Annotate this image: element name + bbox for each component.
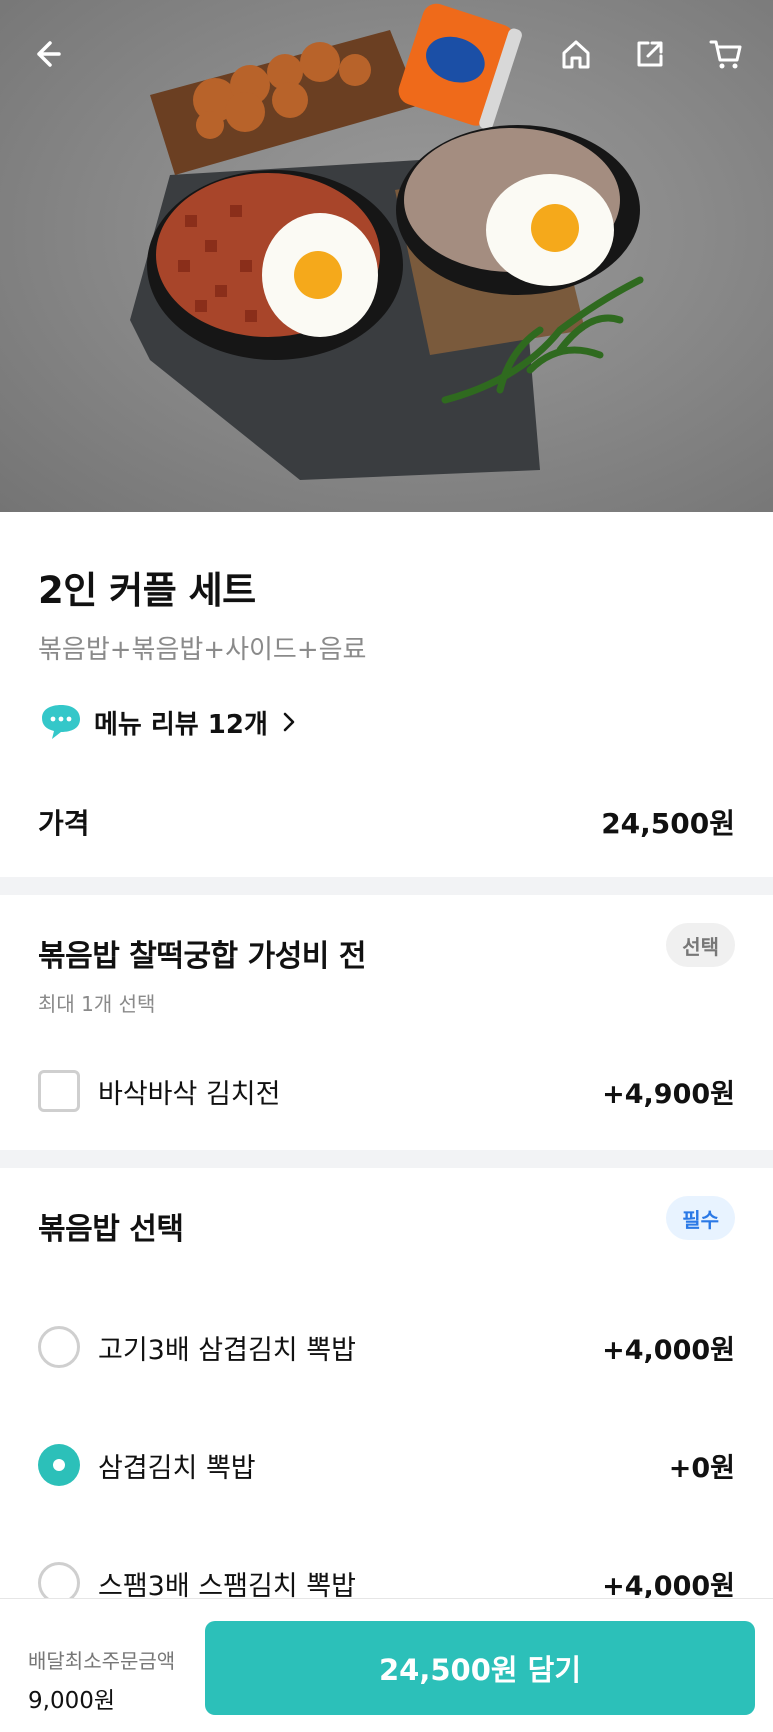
back-button[interactable]: [20, 28, 72, 80]
option-group-side: 볶음밥 찰떡궁합 가성비 전 최대 1개 선택 선택 바삭바삭 김치전 +4,9…: [0, 895, 773, 1150]
option-row-pork-kimchi[interactable]: 삼겹김치 뽁밥 +0원: [38, 1441, 735, 1489]
left-bowl: [147, 170, 403, 360]
option-price: +4,000원: [602, 1570, 735, 1602]
chevron-right-icon: [283, 712, 295, 732]
option-row-pork-3x[interactable]: 고기3배 삼겹김치 뽁밥 +4,000원: [38, 1323, 735, 1371]
product-photo: [0, 0, 773, 512]
right-bowl: [396, 125, 640, 295]
product-title: 2인 커플 세트: [38, 569, 256, 612]
price-value: 24,500원: [601, 807, 735, 840]
cart-icon: [709, 40, 742, 69]
option-group-title: 볶음밥 선택: [38, 1212, 184, 1247]
option-name: 스팸3배 스팸김치 뽁밥: [98, 1570, 356, 1602]
section-divider: [0, 877, 773, 895]
menu-review-link[interactable]: 메뉴 리뷰 12개: [38, 702, 296, 742]
share-icon: [637, 41, 663, 67]
option-group-subtitle: 최대 1개 선택: [38, 992, 156, 1016]
option-radio-selected[interactable]: [38, 1444, 80, 1486]
option-name: 삼겹김치 뽁밥: [98, 1452, 256, 1484]
home-icon: [562, 40, 590, 69]
share-button[interactable]: [624, 28, 676, 80]
back-arrow-icon: [37, 41, 61, 67]
soda-can: [398, 3, 522, 130]
optional-badge: 선택: [666, 923, 735, 967]
price-row: 가격 24,500원: [38, 802, 735, 842]
option-row-kimchijeon[interactable]: 바삭바삭 김치전 +4,900원: [38, 1067, 735, 1115]
option-price: +4,000원: [602, 1334, 735, 1366]
product-info: 2인 커플 세트 볶음밥+볶음밥+사이드+음료 메뉴 리뷰 12개 가격 24,…: [0, 512, 773, 877]
option-name: 고기3배 삼겹김치 뽁밥: [98, 1334, 356, 1366]
home-button[interactable]: [550, 28, 602, 80]
option-checkbox[interactable]: [38, 1070, 80, 1112]
min-order-value: 9,000원: [28, 1688, 116, 1714]
option-price: +4,900원: [602, 1078, 735, 1110]
option-radio[interactable]: [38, 1326, 80, 1368]
section-divider: [0, 1150, 773, 1168]
review-count-label: 메뉴 리뷰 12개: [94, 709, 268, 740]
chat-bubble-icon: [42, 705, 80, 739]
option-price: +0원: [668, 1452, 735, 1484]
price-label: 가격: [38, 807, 90, 840]
product-subtitle: 볶음밥+볶음밥+사이드+음료: [38, 635, 367, 665]
cart-button[interactable]: [700, 28, 752, 80]
option-group-title: 볶음밥 찰떡궁합 가성비 전: [38, 939, 366, 974]
bottom-order-bar: 배달최소주문금액 9,000원 24,500원 담기: [0, 1598, 773, 1732]
add-to-cart-button[interactable]: 24,500원 담기: [205, 1621, 755, 1715]
option-name: 바삭바삭 김치전: [98, 1078, 281, 1110]
option-group-rice: 볶음밥 선택 필수 고기3배 삼겹김치 뽁밥 +4,000원 삼겹김치 뽁밥 +…: [0, 1168, 773, 1604]
required-badge: 필수: [666, 1196, 735, 1240]
min-order-label: 배달최소주문금액: [28, 1649, 176, 1673]
